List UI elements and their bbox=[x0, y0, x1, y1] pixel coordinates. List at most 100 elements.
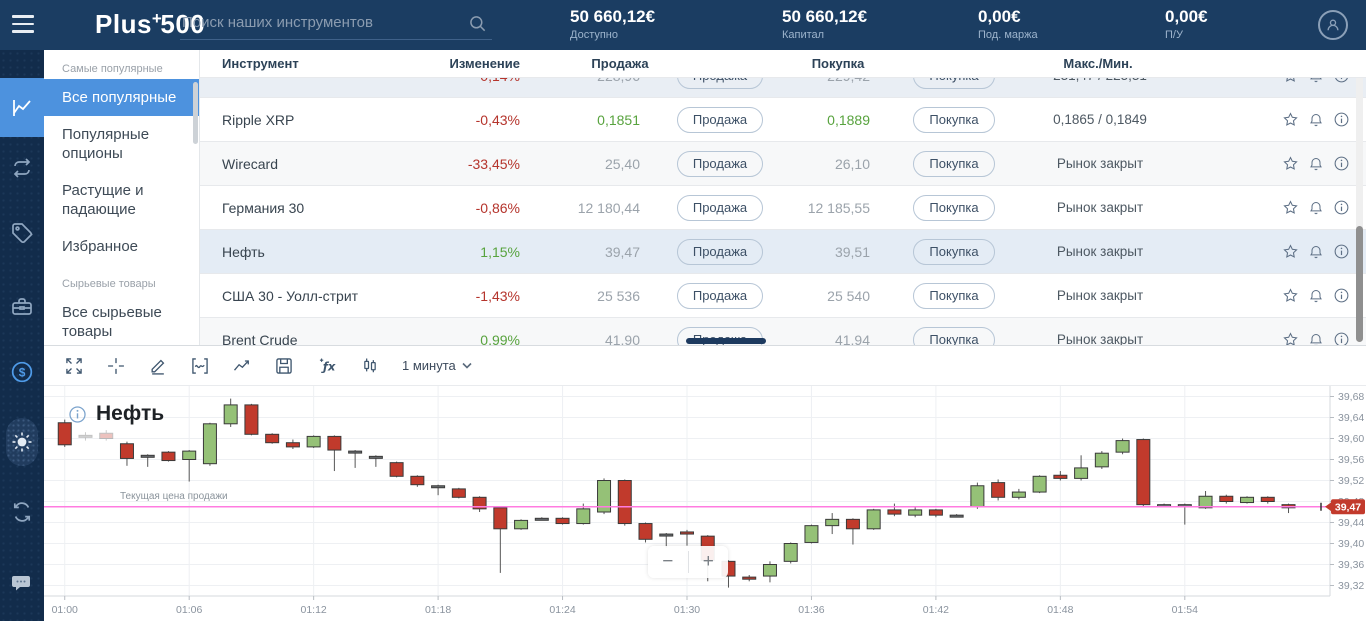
table-row[interactable]: Нефть 1,15% 39,47 Продажа 39,51 Покупка Рынок … bbox=[200, 230, 1366, 274]
col-high-low: Макс./Мин. bbox=[1063, 56, 1133, 71]
table-row[interactable]: Ripple XRP -0,43% 0,1851 Продажа 0,1889 Покуп… bbox=[200, 98, 1366, 142]
crosshair-icon[interactable] bbox=[106, 356, 126, 376]
favorite-star-icon[interactable] bbox=[1282, 155, 1299, 172]
refresh-icon bbox=[13, 502, 31, 522]
instrument-name: Brent Crude bbox=[222, 331, 298, 346]
svg-text:ƒx: ƒx bbox=[321, 359, 336, 373]
sidebar-item[interactable]: Все сырьевые товары bbox=[44, 294, 199, 345]
sidebar-scrollbar[interactable] bbox=[193, 82, 198, 144]
svg-text:01:42: 01:42 bbox=[923, 604, 949, 616]
buy-button[interactable]: Покупка bbox=[913, 78, 995, 89]
table-row[interactable]: -0,14%228,96 Продажа 229,42 Покупка 231,47 /… bbox=[200, 78, 1366, 98]
briefcase-icon bbox=[12, 298, 32, 315]
info-icon[interactable] bbox=[1333, 243, 1350, 260]
alert-bell-icon[interactable] bbox=[1308, 199, 1324, 216]
rail-item-theme[interactable] bbox=[0, 420, 44, 464]
row-actions bbox=[1162, 243, 1366, 260]
icon-rail: $ bbox=[0, 50, 44, 621]
zoom-out-button[interactable]: − bbox=[648, 546, 688, 578]
chart-panel: ƒx 1 минута Нефть Текущая цена продажи 39… bbox=[44, 345, 1366, 621]
favorite-star-icon[interactable] bbox=[1282, 78, 1299, 84]
alert-bell-icon[interactable] bbox=[1308, 331, 1324, 345]
search-input[interactable] bbox=[180, 10, 460, 31]
sell-button[interactable]: Продажа bbox=[676, 78, 764, 89]
svg-text:39,60: 39,60 bbox=[1338, 433, 1364, 445]
zoom-in-button[interactable]: + bbox=[689, 546, 729, 578]
table-row[interactable]: Wirecard -33,45% 25,40 Продажа 26,10 Покупка Р… bbox=[200, 142, 1366, 186]
buy-button[interactable]: Покупка bbox=[913, 150, 995, 177]
sell-button[interactable]: Продажа bbox=[676, 238, 764, 265]
info-icon[interactable] bbox=[1333, 287, 1350, 304]
info-icon[interactable] bbox=[1333, 199, 1350, 216]
expand-icon[interactable] bbox=[64, 356, 84, 376]
table-scrollbar-thumb[interactable] bbox=[1356, 226, 1363, 342]
rail-item-funds[interactable]: $ bbox=[0, 350, 44, 394]
info-icon[interactable] bbox=[1333, 78, 1350, 84]
high-low: 0,1865 / 0,1849 bbox=[1053, 112, 1147, 127]
favorite-star-icon[interactable] bbox=[1282, 287, 1299, 304]
svg-text:39,68: 39,68 bbox=[1338, 391, 1364, 403]
trend-line-icon[interactable] bbox=[232, 356, 252, 376]
partially-scrolled-row: -0,14%228,96 Продажа 229,42 Покупка 231,47 /… bbox=[200, 78, 1366, 98]
col-sell: Продажа bbox=[591, 56, 649, 71]
favorite-star-icon[interactable] bbox=[1282, 243, 1299, 260]
sell-button[interactable]: Продажа bbox=[676, 106, 764, 133]
draw-icon[interactable] bbox=[148, 356, 168, 376]
chart-instrument-name: Нефть bbox=[96, 402, 165, 425]
favorite-star-icon[interactable] bbox=[1282, 111, 1299, 128]
svg-text:Текущая цена продажи: Текущая цена продажи bbox=[120, 491, 228, 502]
info-icon[interactable] bbox=[1333, 155, 1350, 172]
table-row[interactable]: Германия 30 -0,86% 12 180,44 Продажа 12 185,… bbox=[200, 186, 1366, 230]
save-icon[interactable] bbox=[274, 356, 294, 376]
high-low: Рынок закрыт bbox=[1056, 156, 1144, 171]
info-icon[interactable] bbox=[1333, 331, 1350, 345]
sell-button[interactable]: Продажа bbox=[676, 150, 764, 177]
trade-arrows-icon bbox=[13, 158, 31, 178]
search-icon[interactable] bbox=[468, 14, 488, 39]
change-value: -33,45% bbox=[467, 155, 520, 172]
table-row[interactable]: Brent Crude0,99%41,90Продажа41,94Покупка… bbox=[200, 318, 1366, 345]
sell-button[interactable]: Продажа bbox=[676, 194, 764, 221]
high-low: Рынок закрыт bbox=[1056, 288, 1144, 303]
buy-button[interactable]: Покупка bbox=[913, 106, 995, 133]
timeframe-dropdown[interactable]: 1 минута bbox=[402, 358, 472, 373]
account-avatar[interactable] bbox=[1318, 10, 1348, 40]
info-icon[interactable] bbox=[1333, 111, 1350, 128]
functions-icon[interactable]: ƒx bbox=[316, 356, 338, 376]
sidebar-item[interactable]: Избранное bbox=[44, 228, 199, 265]
favorite-star-icon[interactable] bbox=[1282, 199, 1299, 216]
info-icon[interactable] bbox=[68, 405, 87, 424]
table-hscrollbar-thumb[interactable] bbox=[686, 338, 766, 344]
sell-price: 25 536 bbox=[597, 287, 640, 304]
rail-item-trade[interactable] bbox=[0, 146, 44, 190]
indicators-window-icon[interactable] bbox=[190, 356, 210, 376]
rail-item-markets[interactable] bbox=[0, 86, 44, 130]
rail-item-refresh[interactable] bbox=[0, 490, 44, 534]
buy-button[interactable]: Покупка bbox=[913, 194, 995, 221]
sidebar-item[interactable]: Растущие и падающие bbox=[44, 172, 199, 228]
candlestick-chart[interactable]: Текущая цена продажи 39,68 39,64 39,60 39,56… bbox=[44, 386, 1366, 621]
buy-button[interactable]: Покупка bbox=[913, 282, 995, 309]
buy-button[interactable]: Покупка bbox=[913, 326, 995, 345]
sidebar-item[interactable]: Популярные опционы bbox=[44, 116, 199, 172]
alert-bell-icon[interactable] bbox=[1308, 78, 1324, 84]
alert-bell-icon[interactable] bbox=[1308, 155, 1324, 172]
instrument-table: Инструмент Изменение Продажа Покупка Мак… bbox=[200, 50, 1366, 345]
menu-icon[interactable] bbox=[12, 15, 36, 35]
buy-button[interactable]: Покупка bbox=[913, 238, 995, 265]
table-header: Инструмент Изменение Продажа Покупка Мак… bbox=[200, 50, 1366, 78]
alert-bell-icon[interactable] bbox=[1308, 243, 1324, 260]
favorite-star-icon[interactable] bbox=[1282, 331, 1299, 345]
chart-instrument-title: Нефть bbox=[68, 402, 164, 426]
rail-item-chat[interactable] bbox=[0, 562, 44, 606]
alert-bell-icon[interactable] bbox=[1308, 111, 1324, 128]
sell-button[interactable]: Продажа bbox=[676, 282, 764, 309]
sidebar-item[interactable]: Все популярные bbox=[44, 79, 199, 116]
rail-item-instruments[interactable] bbox=[0, 211, 44, 255]
stat-label: Доступно bbox=[570, 29, 619, 41]
rail-item-portfolio[interactable] bbox=[0, 285, 44, 329]
candlestick-style-icon[interactable] bbox=[360, 356, 380, 376]
svg-text:01:48: 01:48 bbox=[1047, 604, 1073, 616]
alert-bell-icon[interactable] bbox=[1308, 287, 1324, 304]
table-row[interactable]: США 30 - Уолл-стрит -1,43% 25 536 Продажа 25… bbox=[200, 274, 1366, 318]
